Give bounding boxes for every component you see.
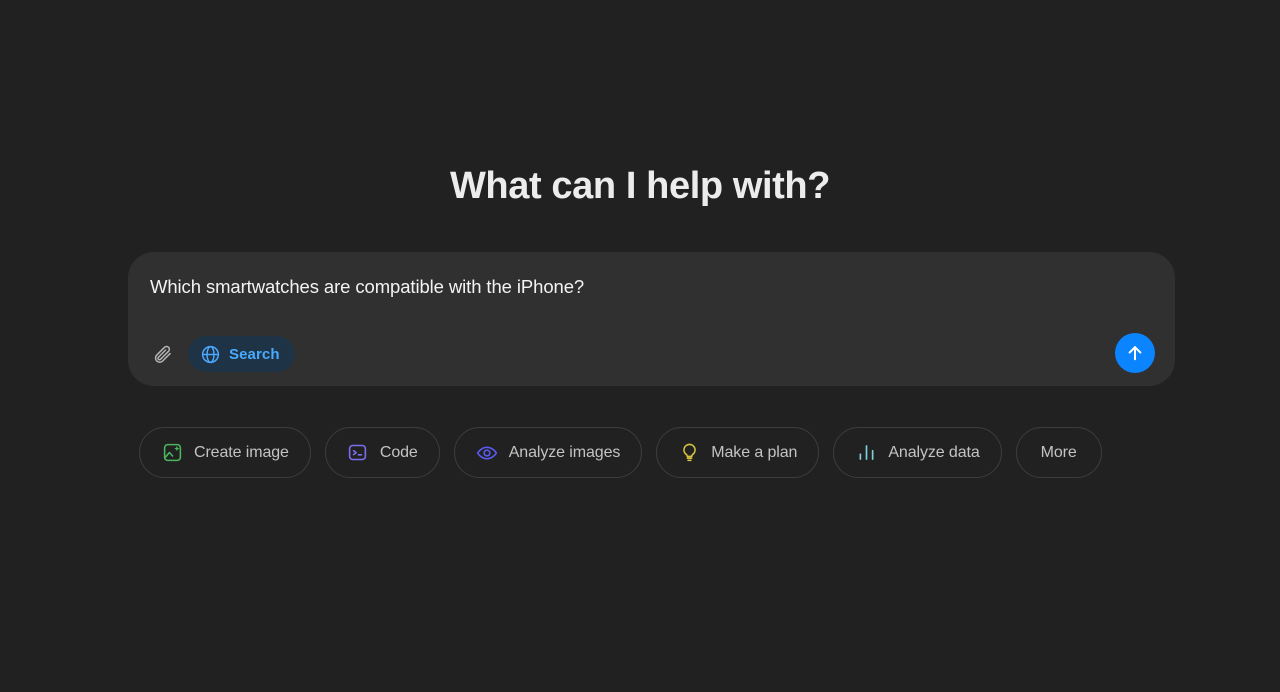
composer-toolbar: Search bbox=[148, 336, 295, 372]
chip-label: More bbox=[1040, 443, 1077, 461]
chip-label: Code bbox=[379, 443, 418, 461]
chip-make-a-plan[interactable]: Make a plan bbox=[656, 427, 820, 478]
chip-more[interactable]: More bbox=[1015, 427, 1102, 478]
composer[interactable]: Which smartwatches are compatible with t… bbox=[128, 252, 1175, 386]
chip-analyze-data[interactable]: Analyze data bbox=[833, 427, 1002, 478]
chip-label: Make a plan bbox=[711, 443, 798, 461]
eye-icon bbox=[476, 442, 498, 464]
chip-analyze-images[interactable]: Analyze images bbox=[453, 427, 643, 478]
chat-home-screen: What can I help with? Which smartwatches… bbox=[0, 0, 1280, 692]
chip-label: Analyze data bbox=[888, 443, 980, 461]
chip-create-image[interactable]: Create image bbox=[139, 427, 311, 478]
lightbulb-icon bbox=[678, 442, 700, 464]
paperclip-icon bbox=[152, 343, 174, 365]
chip-label: Create image bbox=[194, 443, 289, 461]
suggestion-chips: Create image Code Analyze images Make a … bbox=[139, 427, 1102, 478]
bar-chart-icon bbox=[855, 442, 877, 464]
search-tool-button[interactable]: Search bbox=[188, 336, 295, 372]
page-title: What can I help with? bbox=[449, 165, 831, 207]
arrow-up-icon bbox=[1124, 342, 1146, 364]
search-tool-label: Search bbox=[229, 345, 280, 363]
chip-code[interactable]: Code bbox=[324, 427, 440, 478]
terminal-icon bbox=[347, 442, 369, 464]
image-sparkle-icon bbox=[161, 442, 183, 464]
attach-files-button[interactable] bbox=[148, 339, 178, 369]
send-button[interactable] bbox=[1115, 333, 1155, 373]
prompt-input[interactable]: Which smartwatches are compatible with t… bbox=[150, 276, 1115, 298]
globe-icon bbox=[199, 343, 221, 365]
chip-label: Analyze images bbox=[508, 443, 621, 461]
